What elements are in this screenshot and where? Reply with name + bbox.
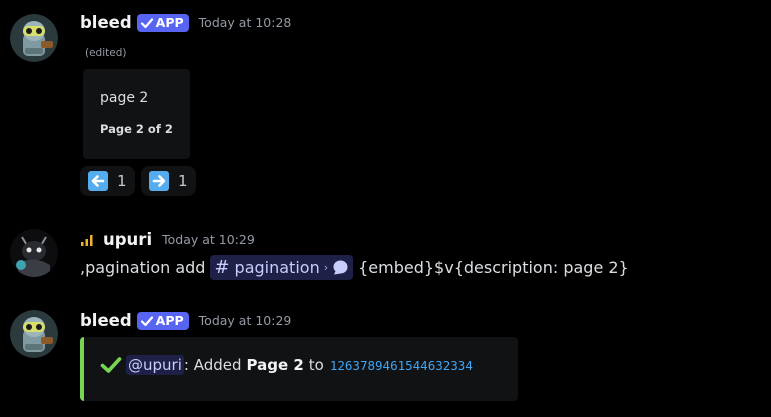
chevron-right-icon: › [323,261,329,274]
arrow-left-emoji-icon [88,171,108,191]
thread-bubble-icon [333,260,348,275]
signal-bars-icon [81,234,93,246]
app-tag-label: APP [155,15,184,30]
embed-bold-text: Page 2 [246,356,304,374]
timestamp[interactable]: Today at 10:29 [199,313,292,328]
embed-text: to [308,356,324,374]
username[interactable]: bleed [80,311,132,330]
app-tag-label: APP [155,313,184,328]
edited-label: (edited) [85,47,127,59]
message-header: bleed APP Today at 10:28 [80,13,291,32]
app-tag: APP [136,13,189,32]
embed: page 2 Page 2 of 2 [83,69,190,159]
app-tag: APP [136,311,189,330]
message-header: upuri Today at 10:29 [80,230,255,249]
embed-text: : Added [183,356,242,374]
hash-icon: # [214,257,230,278]
channel-mention[interactable]: # pagination › [210,255,354,280]
embed-description: page 2 [100,90,149,106]
arrow-right-emoji-icon [149,171,169,191]
message-text: {embed}$v{description: page 2} [358,258,629,277]
checkmark-icon [140,17,153,28]
embed-description: @upuri : Added Page 2 to 126378946154463… [100,355,473,375]
success-embed: @upuri : Added Page 2 to 126378946154463… [80,337,518,401]
reaction-count: 1 [117,172,127,190]
timestamp[interactable]: Today at 10:28 [199,15,292,30]
upuri-avatar[interactable] [10,229,58,277]
check-mark-icon [100,357,122,373]
bleed-avatar[interactable] [10,310,58,358]
channel-name: pagination [234,258,320,277]
message-content: ,pagination add # pagination › {embed}$v… [80,255,629,280]
username[interactable]: upuri [103,230,152,249]
embed-footer: Page 2 of 2 [100,122,173,136]
bleed-avatar[interactable] [10,14,58,62]
channel-id-code: 1263789461544632334 [329,357,473,373]
user-mention[interactable]: @upuri [126,355,184,375]
reaction-arrow-left[interactable]: 1 [80,166,135,196]
checkmark-icon [140,315,153,326]
reaction-arrow-right[interactable]: 1 [141,166,196,196]
username[interactable]: bleed [80,13,132,32]
message-text: ,pagination add [80,258,206,277]
reaction-count: 1 [178,172,188,190]
message-header: bleed APP Today at 10:29 [80,311,291,330]
timestamp[interactable]: Today at 10:29 [162,232,255,247]
